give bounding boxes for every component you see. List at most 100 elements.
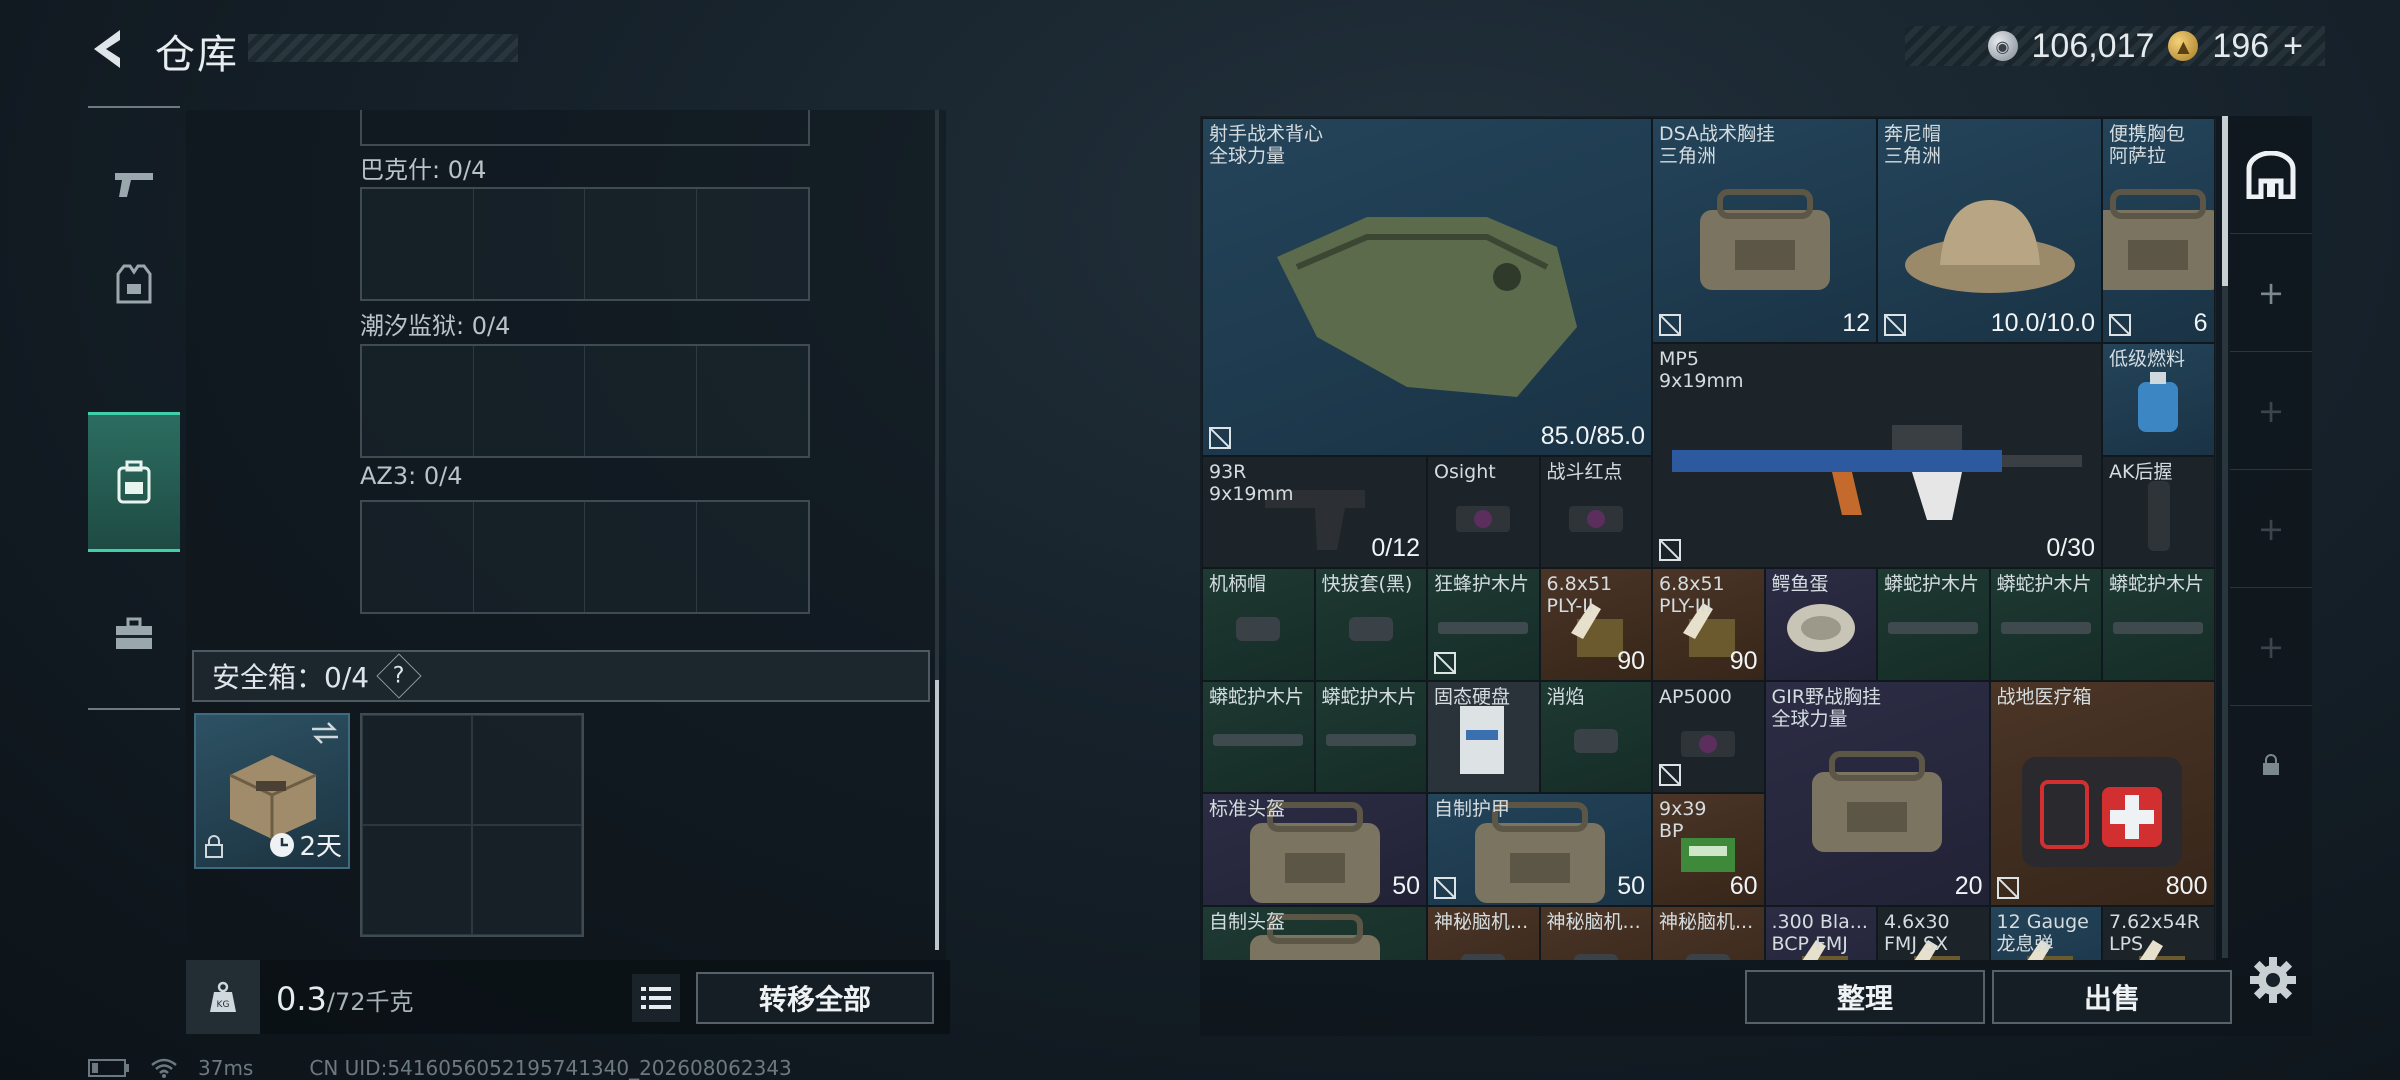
item-name: 蟒蛇护木片 bbox=[1209, 685, 1305, 708]
list-view-button[interactable] bbox=[632, 974, 680, 1022]
sort-button[interactable]: 整理 bbox=[1745, 970, 1985, 1024]
backpack-item[interactable]: 自制护甲 50 bbox=[1427, 793, 1652, 906]
backpack-item[interactable]: 战地医疗箱 800 bbox=[1989, 680, 2215, 906]
backpack-item[interactable]: 射手战术背心 全球力量 85.0/85.0 bbox=[1202, 118, 1652, 456]
uninsured-icon bbox=[1659, 764, 1681, 786]
backpack-item[interactable]: 奔尼帽 三角洲 10.0/10.0 bbox=[1877, 118, 2102, 343]
backpack-item[interactable]: 神秘脑机... bbox=[1427, 905, 1540, 960]
backpack-item[interactable]: AK后握 bbox=[2102, 455, 2215, 568]
item-name: 蟒蛇护木片 bbox=[1884, 573, 1980, 595]
uninsured-icon bbox=[1996, 876, 2019, 899]
tab-toolbox[interactable] bbox=[88, 586, 180, 682]
tab-equipment[interactable] bbox=[88, 236, 180, 332]
backpack-item[interactable]: 消焰 bbox=[1539, 680, 1652, 793]
plus-icon: + bbox=[2257, 391, 2285, 430]
backpack-item[interactable]: 战斗红点 bbox=[1539, 455, 1652, 568]
tab-weapons[interactable] bbox=[88, 136, 180, 232]
backpack-item[interactable]: 固态硬盘 bbox=[1427, 680, 1540, 793]
rail-add-button-3[interactable]: + bbox=[2230, 470, 2312, 588]
item-name: DSA战术胸挂 三角洲 bbox=[1659, 123, 1776, 167]
weight-icon: KG bbox=[186, 960, 260, 1034]
backpack-item[interactable]: GIR野战胸挂 全球力量 20 bbox=[1764, 680, 1990, 906]
backpack-item[interactable]: 6.8x51 PLY-II 90 bbox=[1539, 568, 1652, 681]
slot-label-bakshi: 巴克什: 0/4 bbox=[360, 156, 487, 184]
backpack-item[interactable]: 12 Gauge 龙息弹 bbox=[1989, 905, 2102, 960]
item-image bbox=[2113, 618, 2204, 642]
rail-add-button-4[interactable]: + bbox=[2230, 588, 2312, 706]
backpack-item[interactable]: 6.8x51 PLY-III 90 bbox=[1652, 568, 1765, 681]
settings-gear-icon[interactable] bbox=[2248, 955, 2298, 1005]
backpack-item[interactable]: 标准头盔 50 bbox=[1202, 793, 1427, 906]
backpack-item[interactable]: 93R 9x19mm 0/12 bbox=[1202, 455, 1427, 568]
item-name: 12 Gauge 龙息弹 bbox=[1996, 910, 2089, 955]
slot-grid-tidal-prison[interactable] bbox=[360, 344, 810, 458]
backpack-item[interactable]: 机柄帽 bbox=[1202, 568, 1315, 681]
item-name: 蟒蛇护木片 bbox=[2109, 573, 2205, 595]
backpack-item[interactable]: 神秘脑机... bbox=[1652, 905, 1765, 960]
backpack-item[interactable]: 自制头盔 bbox=[1202, 905, 1427, 960]
backpack-scrollbar-thumb[interactable] bbox=[2222, 116, 2228, 286]
pistol-icon bbox=[115, 173, 153, 197]
item-value: 50 bbox=[1392, 871, 1420, 900]
backpack-item[interactable]: 快拔套(黑) bbox=[1314, 568, 1427, 681]
back-arrow-icon[interactable] bbox=[86, 26, 132, 72]
backpack-item[interactable]: 蟒蛇护木片 bbox=[2102, 568, 2215, 681]
backpack-item[interactable]: DSA战术胸挂 三角洲 12 bbox=[1652, 118, 1877, 343]
item-name: 9x39 BP bbox=[1659, 798, 1707, 842]
status-line: 37ms CN UID:5416056052195741340_20260806… bbox=[88, 1056, 792, 1080]
backpack-item[interactable]: 蟒蛇护木片 bbox=[1989, 568, 2102, 681]
item-image bbox=[1781, 598, 1861, 662]
gold-amount: 196 bbox=[2212, 26, 2270, 65]
slot-grid-bakshi[interactable] bbox=[360, 187, 810, 301]
backpack-item[interactable]: 7.62x54R LPS bbox=[2102, 905, 2215, 960]
item-name: 机柄帽 bbox=[1209, 573, 1267, 595]
backpack-item[interactable]: 鳄鱼蛋 bbox=[1764, 568, 1877, 681]
item-image bbox=[1257, 197, 1597, 411]
slot-grid-az3[interactable] bbox=[360, 500, 810, 614]
item-value: 90 bbox=[1729, 646, 1758, 675]
safebox-grid[interactable] bbox=[360, 713, 584, 937]
backpack-item[interactable]: 狂蜂护木片 bbox=[1427, 568, 1540, 681]
backpack-item[interactable]: AP5000 bbox=[1652, 680, 1765, 793]
backpack-item[interactable]: 低级燃料 bbox=[2102, 343, 2215, 456]
uninsured-icon bbox=[1434, 651, 1456, 674]
lock-icon bbox=[2263, 754, 2279, 775]
item-name: 蟒蛇护木片 bbox=[1321, 685, 1417, 708]
weight-max: /72千克 bbox=[326, 988, 414, 1016]
safebox-item[interactable]: 2天 bbox=[194, 713, 350, 869]
backpack-item[interactable]: 9x39 BP 60 bbox=[1652, 793, 1765, 906]
backpack-item[interactable]: 4.6x30 FMJ SX bbox=[1877, 905, 1990, 960]
item-image bbox=[1888, 618, 1979, 642]
plus-icon: + bbox=[2257, 627, 2285, 666]
backpack-item[interactable]: .300 Bla... BCP FMJ bbox=[1764, 905, 1877, 960]
svg-text:KG: KG bbox=[217, 1000, 230, 1010]
item-name: MP5 9x19mm bbox=[1659, 348, 1744, 392]
backpack-item[interactable]: MP5 9x19mm 0/30 bbox=[1652, 343, 2102, 568]
uninsured-icon bbox=[1209, 426, 1231, 449]
uninsured-icon bbox=[1659, 314, 1681, 336]
item-name: 狂蜂护木片 bbox=[1434, 573, 1530, 595]
plus-icon: + bbox=[2257, 509, 2285, 548]
rail-add-button-2[interactable]: + bbox=[2230, 352, 2312, 470]
backpack-item[interactable]: 神秘脑机... bbox=[1539, 905, 1652, 960]
silver-coin-icon: ◉ bbox=[1987, 31, 2018, 61]
rail-add-button-1[interactable]: + bbox=[2230, 234, 2312, 352]
item-image bbox=[1438, 618, 1529, 642]
uninsured-icon bbox=[1659, 539, 1681, 561]
backpack-item[interactable]: 便携胸包 阿萨拉 6 bbox=[2102, 118, 2215, 343]
sell-button[interactable]: 出售 bbox=[1992, 970, 2232, 1024]
rail-backpack-button[interactable] bbox=[2230, 116, 2312, 234]
backpack-item[interactable]: 蟒蛇护木片 bbox=[1314, 680, 1427, 793]
backpack-item[interactable]: Osight bbox=[1427, 455, 1540, 568]
backpack-item[interactable]: 蟒蛇护木片 bbox=[1202, 680, 1315, 793]
item-value: 60 bbox=[1729, 871, 1758, 900]
transfer-all-button[interactable]: 转移全部 bbox=[696, 972, 934, 1024]
rail-locked-slot[interactable] bbox=[2230, 706, 2312, 824]
help-icon[interactable]: ? bbox=[376, 653, 422, 699]
item-value: 20 bbox=[1954, 871, 1983, 900]
item-image bbox=[1673, 713, 1743, 771]
tab-backpack[interactable] bbox=[88, 412, 180, 552]
backpack-item[interactable]: 蟒蛇护木片 bbox=[1877, 568, 1990, 681]
stash-scrollbar-thumb[interactable] bbox=[935, 680, 939, 950]
add-currency-button[interactable]: + bbox=[2283, 27, 2303, 66]
